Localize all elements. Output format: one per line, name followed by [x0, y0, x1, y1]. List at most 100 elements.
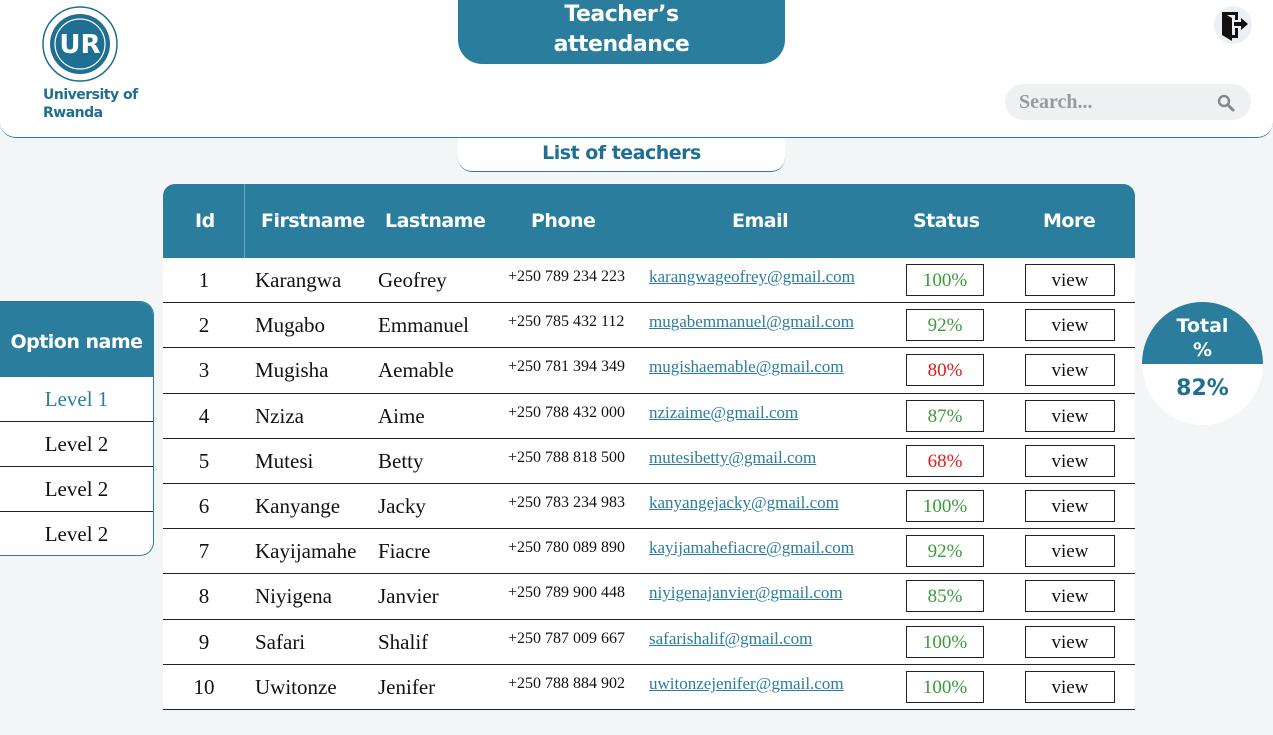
sidebar-item-level-1[interactable]: Level 1: [0, 377, 153, 422]
status-badge: 68%: [906, 444, 984, 477]
table-row: 9 Safari Shalif +250 787 009 667 safarishali…: [163, 619, 1135, 665]
cell-firstname: Karangwa: [255, 268, 342, 292]
status-badge: 92%: [906, 535, 984, 568]
column-header-lastname: Lastname: [385, 210, 486, 232]
table-header: Id Firstname Lastname Phone Email Status…: [163, 184, 1135, 258]
view-button[interactable]: view: [1025, 625, 1115, 658]
university-name-line1: University of: [43, 87, 138, 103]
total-percentage-badge: Total % 82%: [1142, 302, 1263, 425]
cell-firstname: Niyigena: [255, 584, 332, 609]
search-icon[interactable]: [1217, 94, 1235, 112]
table-row: 5 Mutesi Betty +250 788 818 500 mutesibetty@…: [163, 438, 1135, 484]
status-badge: 92%: [906, 309, 984, 342]
logout-button[interactable]: [1214, 6, 1252, 44]
page-title-line2: attendance: [553, 32, 690, 57]
cell-phone: +250 787 009 667: [508, 629, 626, 647]
cell-email[interactable]: mugishaemable@gmail.com: [649, 348, 844, 386]
cell-email[interactable]: kanyangejacky@gmail.com: [649, 484, 839, 522]
cell-phone: +250 785 432 112: [508, 313, 625, 331]
cell-email[interactable]: karangwageofrey@gmail.com: [649, 258, 855, 296]
total-label: Total %: [1142, 302, 1263, 364]
search-input[interactable]: [1019, 88, 1209, 116]
table-row: 7 Kayijamahe Fiacre +250 780 089 890 kayijam…: [163, 529, 1135, 575]
table-row: 10 Uwitonze Jenifer +250 788 884 902 uwitonz…: [163, 664, 1135, 710]
cell-phone: +250 789 234 223: [508, 268, 626, 285]
status-badge: 100%: [906, 264, 984, 296]
cell-email[interactable]: mugabemmanuel@gmail.com: [649, 303, 854, 341]
status-badge: 100%: [906, 670, 984, 703]
cell-email[interactable]: uwitonzejenifer@gmail.com: [649, 665, 844, 703]
cell-phone: +250 788 884 902: [508, 674, 626, 692]
table-row: 1 Karangwa Geofrey +250 789 234 223 karangwa…: [163, 258, 1135, 304]
view-button[interactable]: view: [1025, 489, 1115, 522]
column-header-more: More: [1043, 210, 1096, 232]
status-badge: 80%: [906, 354, 984, 387]
page-title: Teacher’s attendance: [458, 0, 785, 64]
sidebar-item-level-2[interactable]: Level 2: [0, 512, 153, 555]
view-button[interactable]: view: [1025, 309, 1115, 342]
total-value: 82%: [1176, 376, 1229, 401]
teachers-table: Id Firstname Lastname Phone Email Status…: [163, 184, 1135, 710]
option-sidebar: Option name Level 1 Level 2 Level 2 Leve…: [0, 301, 154, 556]
view-button[interactable]: view: [1025, 444, 1115, 477]
status-badge: 100%: [906, 625, 984, 658]
status-badge: 100%: [906, 489, 984, 522]
view-button[interactable]: view: [1025, 354, 1115, 387]
table-row: 2 Mugabo Emmanuel +250 785 432 112 mugabemma…: [163, 303, 1135, 349]
cell-phone: +250 783 234 983: [508, 493, 626, 511]
cell-firstname: Safari: [255, 629, 306, 654]
svg-text:UR: UR: [59, 30, 100, 60]
cell-lastname: Emmanuel: [378, 313, 469, 338]
university-name: University of Rwanda: [43, 86, 138, 122]
view-button[interactable]: view: [1025, 264, 1115, 296]
sidebar-item-level-2[interactable]: Level 2: [0, 422, 153, 467]
cell-email[interactable]: niyigenajanvier@gmail.com: [649, 574, 843, 612]
total-label-line1: Total: [1176, 315, 1229, 337]
view-button[interactable]: view: [1025, 670, 1115, 703]
cell-firstname: Kayijamahe: [255, 539, 357, 564]
sidebar-item-level-2[interactable]: Level 2: [0, 467, 153, 512]
cell-lastname: Jacky: [378, 493, 426, 518]
table-row: 3 Mugisha Aemable +250 781 394 349 mugishaem…: [163, 348, 1135, 394]
cell-phone: +250 780 089 890: [508, 539, 626, 557]
cell-lastname: Aime: [378, 403, 425, 428]
total-label-line2: %: [1192, 339, 1213, 361]
cell-firstname: Uwitonze: [255, 674, 337, 699]
header-divider: [244, 184, 245, 258]
top-header: UR University of Rwanda Teacher’s attend…: [0, 0, 1273, 138]
view-button[interactable]: view: [1025, 580, 1115, 613]
cell-lastname: Jenifer: [378, 674, 436, 699]
table-row: 4 Nziza Aime +250 788 432 000 nzizaime@gmail…: [163, 393, 1135, 439]
list-of-teachers-label: List of teachers: [458, 138, 785, 172]
sidebar-header: Option name: [0, 302, 153, 377]
cell-firstname: Nziza: [255, 403, 304, 428]
cell-email[interactable]: mutesibetty@gmail.com: [649, 439, 816, 477]
table-row: 8 Niyigena Janvier +250 789 900 448 niyigena…: [163, 574, 1135, 620]
search-bar: [1005, 84, 1251, 120]
cell-phone: +250 788 432 000: [508, 403, 626, 421]
table-row: 6 Kanyange Jacky +250 783 234 983 kanyangeja…: [163, 483, 1135, 530]
logout-icon: [1222, 12, 1248, 41]
cell-phone: +250 788 818 500: [508, 448, 626, 466]
cell-firstname: Mugabo: [255, 313, 325, 338]
cell-lastname: Shalif: [378, 629, 429, 654]
table-body: 1 Karangwa Geofrey +250 789 234 223 karangwa…: [163, 258, 1135, 710]
university-logo: UR: [42, 6, 118, 82]
cell-firstname: Mugisha: [255, 358, 329, 383]
cell-lastname: Fiacre: [378, 539, 431, 564]
cell-lastname: Janvier: [378, 584, 439, 609]
column-header-phone: Phone: [531, 210, 596, 232]
cell-phone: +250 789 900 448: [508, 584, 626, 602]
status-badge: 87%: [906, 399, 984, 432]
cell-lastname: Aemable: [378, 358, 454, 383]
view-button[interactable]: view: [1025, 535, 1115, 568]
cell-email[interactable]: nzizaime@gmail.com: [649, 394, 798, 432]
view-button[interactable]: view: [1025, 399, 1115, 432]
cell-email[interactable]: safarishalif@gmail.com: [649, 620, 812, 658]
cell-firstname: Mutesi: [255, 448, 314, 473]
column-header-email: Email: [732, 210, 789, 232]
cell-email[interactable]: kayijamahefiacre@gmail.com: [649, 529, 854, 567]
cell-lastname: Geofrey: [378, 268, 447, 292]
university-name-line2: Rwanda: [43, 105, 103, 121]
cell-lastname: Betty: [378, 448, 424, 473]
